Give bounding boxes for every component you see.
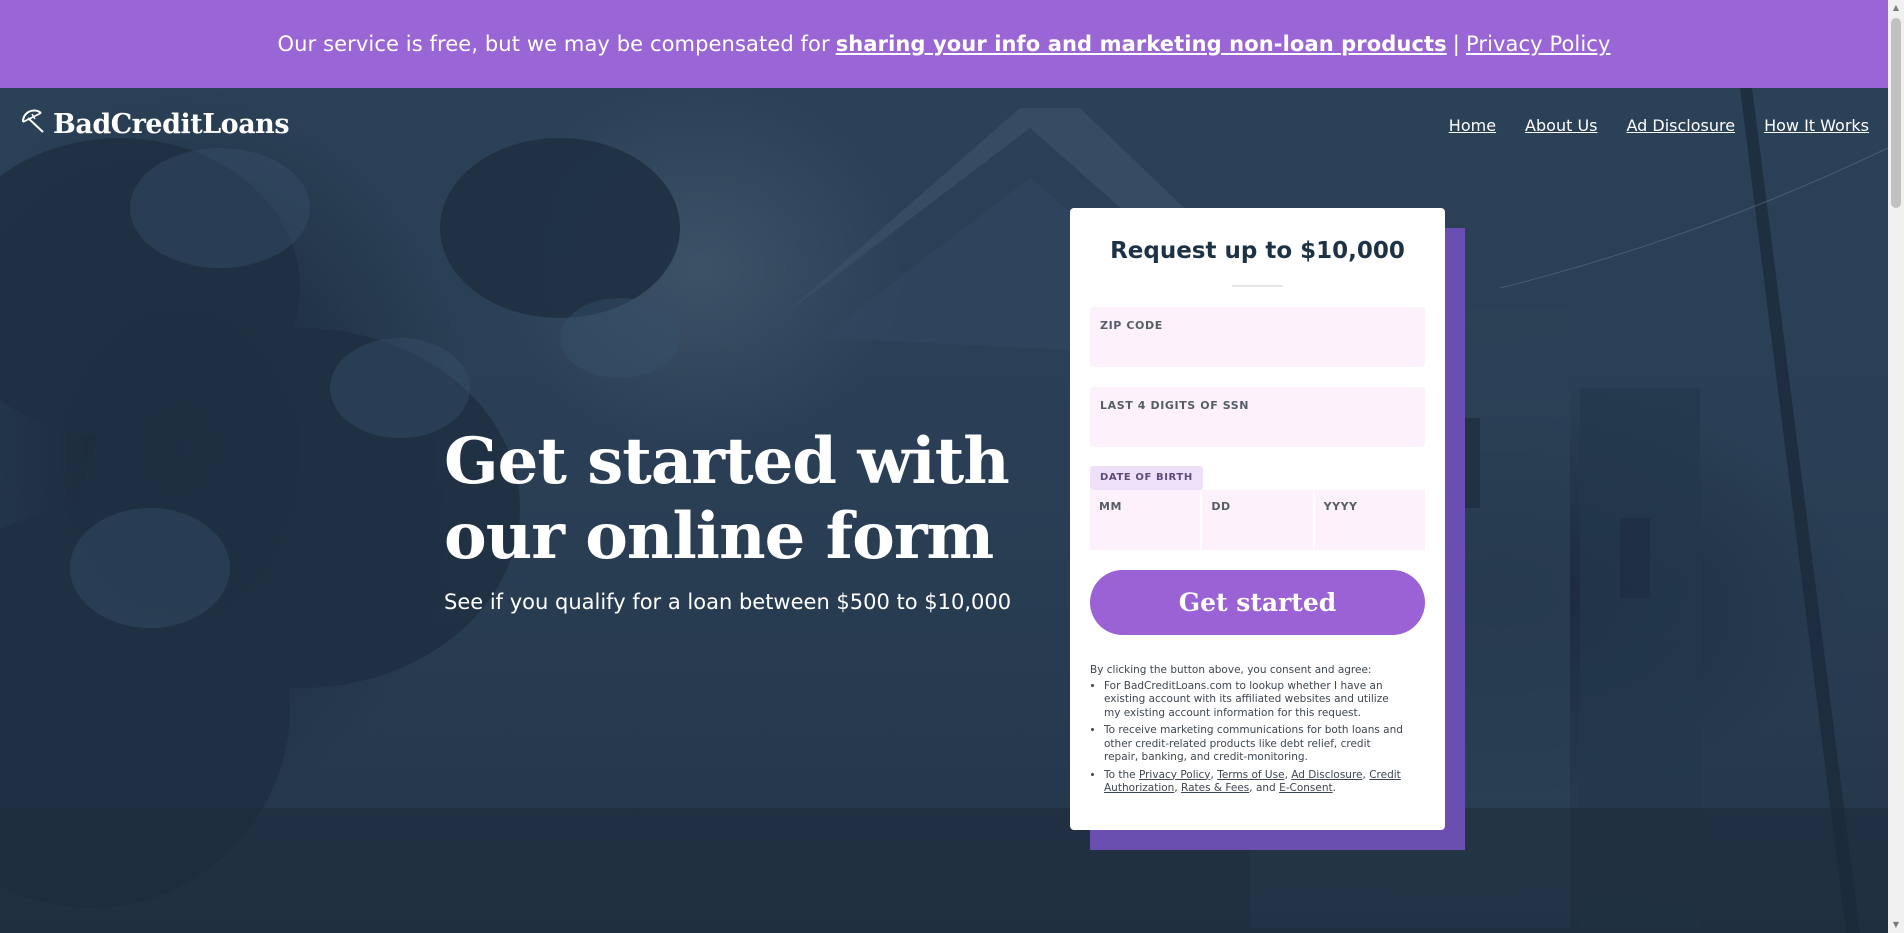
scrollbar-thumb[interactable]: [1891, 18, 1901, 208]
dob-month-placeholder: MM: [1099, 500, 1122, 513]
ssn-last4-field[interactable]: LAST 4 DIGITS OF SSN: [1090, 387, 1425, 447]
privacy-policy-link[interactable]: Privacy Policy: [1139, 769, 1211, 781]
marketing-disclosure-link[interactable]: sharing your info and marketing non-loan…: [836, 32, 1447, 56]
form-title: Request up to $10,000: [1110, 238, 1405, 264]
scroll-up-arrow-icon[interactable]: ▲: [1888, 0, 1904, 16]
consent-disclosure: By clicking the button above, you consen…: [1090, 664, 1408, 800]
nav-ad-disclosure[interactable]: Ad Disclosure: [1626, 116, 1735, 135]
dob-day-placeholder: DD: [1211, 500, 1231, 513]
dob-year-input[interactable]: YYYY: [1314, 490, 1425, 550]
ad-disclosure-link[interactable]: Ad Disclosure: [1291, 769, 1362, 781]
nav-how-it-works[interactable]: How It Works: [1764, 116, 1869, 135]
dob-month-input[interactable]: MM: [1090, 490, 1201, 550]
umbrella-icon: [19, 108, 47, 140]
ssn-label: LAST 4 DIGITS OF SSN: [1100, 399, 1250, 412]
banner-separator: |: [1452, 32, 1460, 56]
consent-item3-prefix: To the: [1104, 768, 1136, 781]
dob-year-placeholder: YYYY: [1323, 500, 1358, 513]
hero-headline: Get started with our online form: [444, 424, 1010, 574]
consent-item-links: To the Privacy Policy, Terms of Use, Ad …: [1104, 769, 1408, 796]
main-nav: Home About Us Ad Disclosure How It Works: [1449, 116, 1869, 135]
banner-text: Our service is free, but we may be compe…: [277, 32, 830, 56]
nav-about-us[interactable]: About Us: [1525, 116, 1597, 135]
zip-code-label: ZIP CODE: [1100, 319, 1163, 332]
scroll-down-arrow-icon[interactable]: ▼: [1888, 917, 1904, 933]
e-consent-link[interactable]: E-Consent: [1279, 782, 1333, 794]
consent-item: To receive marketing communications for …: [1104, 724, 1408, 765]
dob-day-input[interactable]: DD: [1202, 490, 1313, 550]
compensation-banner: Our service is free, but we may be compe…: [0, 0, 1888, 88]
date-of-birth-label: DATE OF BIRTH: [1090, 466, 1203, 490]
consent-item: For BadCreditLoans.com to lookup whether…: [1104, 680, 1408, 721]
logo-text: BadCreditLoans: [53, 108, 290, 140]
zip-code-field[interactable]: ZIP CODE: [1090, 307, 1425, 367]
rates-fees-link[interactable]: Rates & Fees: [1181, 782, 1249, 794]
nav-home[interactable]: Home: [1449, 116, 1496, 135]
hero-subline: See if you qualify for a loan between $5…: [444, 590, 1012, 614]
banner-privacy-link[interactable]: Privacy Policy: [1466, 32, 1611, 56]
title-divider: [1232, 285, 1283, 287]
loan-request-form: Request up to $10,000 ZIP CODE LAST 4 DI…: [1070, 208, 1445, 830]
page-scrollbar[interactable]: ▲ ▼: [1888, 0, 1904, 933]
get-started-button[interactable]: Get started: [1090, 570, 1425, 635]
consent-list: For BadCreditLoans.com to lookup whether…: [1090, 680, 1408, 796]
site-logo[interactable]: BadCreditLoans: [19, 108, 290, 140]
consent-intro: By clicking the button above, you consen…: [1090, 664, 1372, 676]
terms-of-use-link[interactable]: Terms of Use: [1217, 769, 1284, 781]
date-of-birth-inputs: MM DD YYYY: [1090, 490, 1425, 550]
